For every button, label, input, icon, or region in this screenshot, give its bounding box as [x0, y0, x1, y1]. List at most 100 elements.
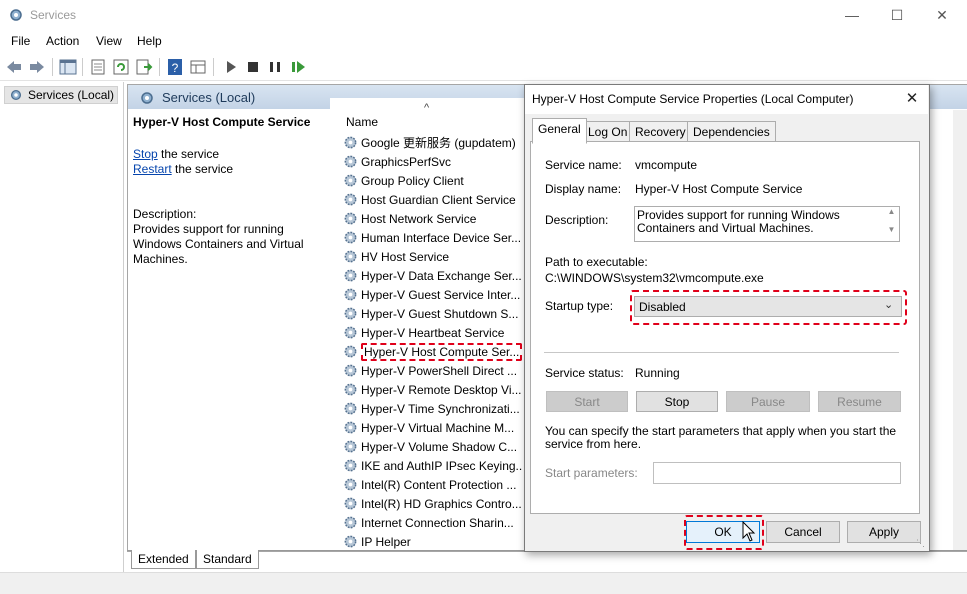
service-gear-icon — [344, 459, 357, 472]
close-button[interactable]: ✕ — [919, 0, 965, 31]
service-row[interactable]: Hyper-V Guest Shutdown S... — [343, 305, 523, 324]
stop-link-suffix: the service — [157, 147, 220, 161]
mouse-cursor-icon — [742, 521, 756, 542]
status-bar — [0, 572, 967, 594]
service-description-text: Provides support for running Windows Con… — [133, 222, 304, 266]
service-row[interactable]: GraphicsPerfSvc — [343, 153, 523, 172]
show-hide-tree-icon[interactable] — [59, 58, 77, 76]
service-description-label: Description: — [133, 207, 197, 221]
help-icon[interactable]: ? — [166, 58, 184, 76]
minimize-button[interactable]: — — [829, 0, 875, 31]
window-title: Services — [30, 8, 77, 22]
service-row-label: Hyper-V Remote Desktop Vi... — [361, 383, 522, 397]
service-gear-icon — [344, 345, 357, 358]
service-row[interactable]: Hyper-V Time Synchronizati... — [343, 400, 523, 419]
services-gear-icon — [10, 9, 22, 21]
view-icon[interactable] — [189, 58, 207, 76]
resume-button[interactable]: Resume — [818, 391, 901, 412]
start-button[interactable]: Start — [546, 391, 628, 412]
service-row[interactable]: Internet Connection Sharin... — [343, 514, 523, 533]
service-row-label: Hyper-V Volume Shadow C... — [361, 440, 518, 454]
service-row-label: Human Interface Device Ser... — [361, 231, 522, 245]
vertical-scrollbar[interactable] — [953, 110, 967, 550]
service-name-label: Service name: — [545, 158, 622, 172]
service-row-label: Internet Connection Sharin... — [361, 516, 514, 530]
selected-service-name: Hyper-V Host Compute Service — [133, 115, 311, 129]
service-row[interactable]: Hyper-V Remote Desktop Vi... — [343, 381, 523, 400]
service-row[interactable]: Hyper-V Data Exchange Ser... — [343, 267, 523, 286]
service-row-label: Hyper-V Time Synchronizati... — [361, 402, 520, 416]
console-tree — [0, 82, 124, 592]
service-row[interactable]: Hyper-V Virtual Machine M... — [343, 419, 523, 438]
resize-grip-icon[interactable]: ⋱ — [916, 538, 925, 549]
service-row[interactable]: HV Host Service — [343, 248, 523, 267]
menu-help[interactable]: Help — [137, 34, 162, 48]
service-status-label: Service status: — [545, 366, 624, 380]
column-header-name[interactable]: Name — [346, 115, 378, 129]
pause-button[interactable]: Pause — [726, 391, 810, 412]
service-gear-icon — [344, 364, 357, 377]
dialog-close-button[interactable]: ✕ — [900, 88, 924, 110]
service-row[interactable]: Host Guardian Client Service — [343, 191, 523, 210]
service-row[interactable]: Hyper-V Heartbeat Service — [343, 324, 523, 343]
tab-general[interactable]: General — [532, 118, 587, 144]
tab-log-on[interactable]: Log On — [582, 121, 634, 143]
tab-dependencies[interactable]: Dependencies — [687, 121, 776, 143]
forward-icon[interactable] — [28, 58, 46, 76]
cancel-button[interactable]: Cancel — [766, 521, 840, 543]
service-row[interactable]: Intel(R) HD Graphics Contro... — [343, 495, 523, 514]
service-row[interactable]: Host Network Service — [343, 210, 523, 229]
service-gear-icon — [344, 307, 357, 320]
menu-view[interactable]: View — [96, 34, 122, 48]
tree-item-label: Services (Local) — [28, 88, 115, 102]
tab-recovery[interactable]: Recovery — [629, 121, 692, 143]
tab-standard[interactable]: Standard — [196, 550, 259, 569]
service-row-label: Hyper-V Host Compute Ser... — [361, 343, 523, 361]
menu-file[interactable]: File — [11, 34, 30, 48]
description-scrollbar[interactable]: ▲ ▼ — [884, 207, 899, 241]
tab-extended[interactable]: Extended — [131, 550, 196, 569]
service-row[interactable]: Hyper-V Volume Shadow C... — [343, 438, 523, 457]
service-row[interactable]: Google 更新服务 (gupdatem) — [343, 134, 523, 153]
properties-icon[interactable] — [89, 58, 107, 76]
maximize-button[interactable]: ☐ — [874, 0, 920, 31]
export-icon[interactable] — [135, 58, 153, 76]
pause-icon[interactable] — [266, 58, 284, 76]
back-icon[interactable] — [5, 58, 23, 76]
refresh-icon[interactable] — [112, 58, 130, 76]
service-row[interactable]: Hyper-V PowerShell Direct ... — [343, 362, 523, 381]
service-gear-icon — [344, 402, 357, 415]
service-gear-icon — [344, 383, 357, 396]
description-textbox[interactable]: Provides support for running Windows Con… — [634, 206, 900, 242]
service-row-label: Hyper-V PowerShell Direct ... — [361, 364, 518, 378]
service-row[interactable]: Intel(R) Content Protection ... — [343, 476, 523, 495]
service-gear-icon — [344, 516, 357, 529]
stop-icon[interactable] — [244, 58, 262, 76]
restart-link-suffix: the service — [171, 162, 234, 176]
apply-button[interactable]: Apply — [847, 521, 921, 543]
service-row-label: Google 更新服务 (gupdatem) — [361, 136, 516, 150]
menu-action[interactable]: Action — [46, 34, 79, 48]
service-row-label: Group Policy Client — [361, 174, 464, 188]
startup-type-select[interactable]: Disabled — [634, 296, 902, 317]
start-icon[interactable] — [222, 58, 240, 76]
service-row[interactable]: Hyper-V Host Compute Ser... — [343, 343, 523, 362]
service-row-label: Hyper-V Heartbeat Service — [361, 326, 505, 340]
start-params-input[interactable] — [653, 462, 901, 484]
stop-button[interactable]: Stop — [636, 391, 718, 412]
stop-service-link[interactable]: Stop — [133, 147, 158, 161]
path-label: Path to executable: — [545, 255, 648, 269]
restart-icon[interactable] — [289, 58, 307, 76]
service-gear-icon — [344, 212, 357, 225]
service-row[interactable]: IKE and AuthIP IPsec Keying... — [343, 457, 523, 476]
svg-text:?: ? — [172, 61, 179, 75]
restart-service-link[interactable]: Restart — [133, 162, 172, 176]
service-gear-icon — [344, 174, 357, 187]
start-params-note: You can specify the start parameters tha… — [545, 424, 897, 451]
service-row[interactable]: Group Policy Client — [343, 172, 523, 191]
service-row[interactable]: Hyper-V Guest Service Inter... — [343, 286, 523, 305]
service-row[interactable]: Human Interface Device Ser... — [343, 229, 523, 248]
tree-item-services-local[interactable]: Services (Local) — [4, 86, 119, 104]
service-gear-icon — [344, 136, 357, 149]
service-name-value: vmcompute — [635, 158, 698, 172]
